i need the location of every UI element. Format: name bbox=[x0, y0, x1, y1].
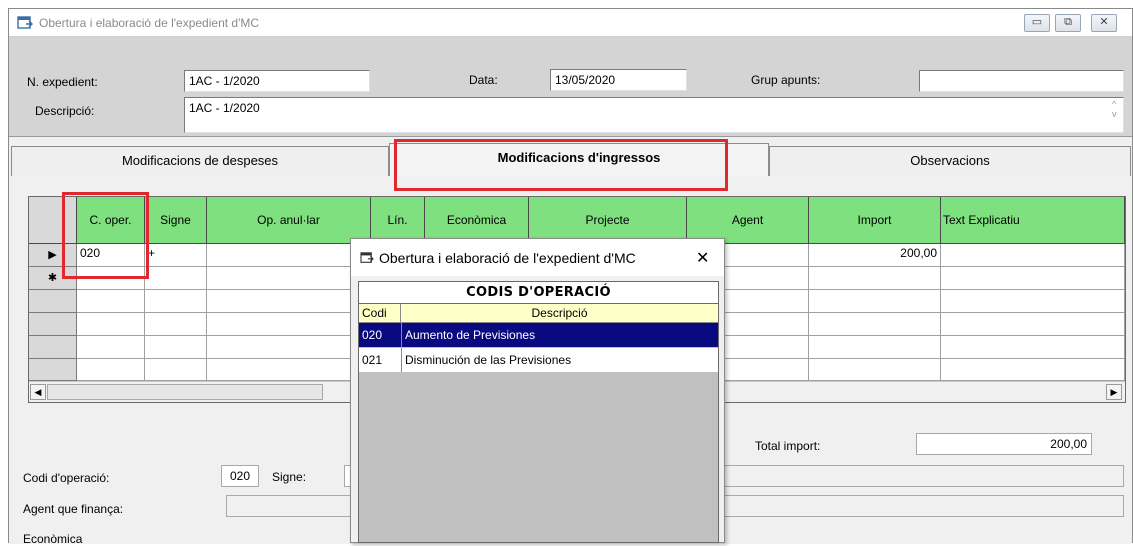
grup-apunts-label: Grup apunts: bbox=[751, 73, 821, 87]
row-indicator[interactable] bbox=[29, 336, 77, 359]
cell-empty[interactable] bbox=[145, 359, 207, 381]
cell-op-anullar[interactable] bbox=[207, 267, 371, 290]
scroll-left-icon[interactable]: ◀ bbox=[30, 384, 46, 400]
item-codi: 020 bbox=[362, 328, 383, 342]
divider bbox=[401, 323, 402, 347]
codis-list: CODIS D'OPERACIÓ Codi Descripció 020 Aum… bbox=[358, 281, 719, 543]
total-import-label: Total import: bbox=[755, 439, 821, 453]
cell-empty[interactable] bbox=[77, 359, 145, 381]
agent-financa-label: Agent que finança: bbox=[23, 502, 124, 516]
codi-operacio-field[interactable]: 020 bbox=[221, 465, 259, 487]
cell-empty[interactable] bbox=[809, 336, 941, 359]
data-field[interactable]: 13/05/2020 bbox=[550, 69, 687, 91]
cell-empty[interactable] bbox=[941, 290, 1125, 313]
cell-empty[interactable] bbox=[941, 313, 1125, 336]
popup-titlebar: Obertura i elaboració de l'expedient d'M… bbox=[351, 239, 724, 276]
cell-import[interactable]: 200,00 bbox=[809, 244, 941, 267]
cell-empty[interactable] bbox=[145, 313, 207, 336]
cell-empty[interactable] bbox=[145, 336, 207, 359]
item-desc: Disminución de las Previsiones bbox=[405, 353, 572, 367]
col-header-import[interactable]: Import bbox=[809, 197, 941, 244]
col-header-economica[interactable]: Econòmica bbox=[425, 197, 529, 244]
col-header-lin[interactable]: Lín. bbox=[371, 197, 425, 244]
scroll-thumb[interactable] bbox=[47, 384, 323, 400]
divider bbox=[401, 348, 402, 372]
cell-empty[interactable] bbox=[145, 290, 207, 313]
grup-apunts-field[interactable] bbox=[919, 70, 1124, 92]
cell-empty[interactable] bbox=[809, 359, 941, 381]
cell-text-explicatiu[interactable] bbox=[941, 267, 1125, 290]
cell-empty[interactable] bbox=[207, 313, 371, 336]
window-title: Obertura i elaboració de l'expedient d'M… bbox=[39, 16, 260, 30]
highlight-c-oper bbox=[62, 192, 149, 279]
signe-label: Signe: bbox=[272, 470, 307, 484]
row-indicator[interactable] bbox=[29, 290, 77, 313]
close-button[interactable]: ✕ bbox=[1091, 14, 1117, 32]
window-titlebar: Obertura i elaboració de l'expedient d'M… bbox=[9, 9, 1132, 37]
expedient-label: N. expedient: bbox=[27, 75, 98, 89]
row-indicator[interactable] bbox=[29, 359, 77, 381]
list-item[interactable]: 020 Aumento de Previsiones bbox=[359, 323, 718, 348]
cell-empty[interactable] bbox=[77, 290, 145, 313]
app-icon bbox=[360, 252, 374, 263]
highlight-tab-ingressos bbox=[394, 139, 728, 191]
item-desc: Aumento de Previsiones bbox=[405, 328, 536, 342]
cell-op-anullar[interactable] bbox=[207, 244, 371, 267]
cell-import[interactable] bbox=[809, 267, 941, 290]
tab-observacions[interactable]: Observacions bbox=[769, 146, 1131, 176]
codi-description-field bbox=[719, 465, 1124, 487]
codis-list-heading: CODIS D'OPERACIÓ bbox=[359, 282, 718, 304]
col-header-op-anullar[interactable]: Op. anul·lar bbox=[207, 197, 371, 244]
cell-signe[interactable]: + bbox=[145, 244, 207, 267]
tab-modificacions-despeses[interactable]: Modificacions de despeses bbox=[11, 146, 389, 176]
cell-empty[interactable] bbox=[207, 336, 371, 359]
col-header-signe[interactable]: Signe bbox=[145, 197, 207, 244]
row-indicator[interactable] bbox=[29, 313, 77, 336]
cell-empty[interactable] bbox=[809, 290, 941, 313]
popup-close-icon[interactable]: ✕ bbox=[696, 248, 709, 268]
descripcio-field[interactable]: 1AC - 1/2020 bbox=[184, 97, 1124, 133]
header-panel: N. expedient: 1AC - 1/2020 Data: 13/05/2… bbox=[9, 37, 1132, 137]
cell-empty[interactable] bbox=[941, 359, 1125, 381]
data-label: Data: bbox=[469, 73, 498, 87]
col-header-codi[interactable]: Codi bbox=[359, 304, 401, 323]
cell-signe[interactable] bbox=[145, 267, 207, 290]
economica-label: Econòmica bbox=[23, 532, 83, 546]
scroll-right-icon[interactable]: ▶ bbox=[1106, 384, 1122, 400]
cell-empty[interactable] bbox=[207, 359, 371, 381]
minimize-button[interactable]: ▭ bbox=[1024, 14, 1050, 32]
col-header-agent[interactable]: Agent bbox=[687, 197, 809, 244]
col-header-projecte[interactable]: Projecte bbox=[529, 197, 687, 244]
list-item[interactable]: 021 Disminución de las Previsiones bbox=[359, 348, 718, 373]
descripcio-scroll-icon[interactable]: ^ v bbox=[1112, 99, 1117, 119]
descripcio-label: Descripció: bbox=[35, 104, 95, 118]
cell-empty[interactable] bbox=[77, 313, 145, 336]
codis-operacio-popup: Obertura i elaboració de l'expedient d'M… bbox=[350, 238, 725, 543]
app-icon bbox=[17, 16, 33, 29]
item-codi: 021 bbox=[362, 353, 383, 367]
total-import-field: 200,00 bbox=[916, 433, 1092, 455]
restore-button[interactable]: ⧉ bbox=[1055, 14, 1081, 32]
cell-empty[interactable] bbox=[77, 336, 145, 359]
cell-text-explicatiu[interactable] bbox=[941, 244, 1125, 267]
cell-empty[interactable] bbox=[941, 336, 1125, 359]
popup-title: Obertura i elaboració de l'expedient d'M… bbox=[379, 250, 636, 266]
expedient-field[interactable]: 1AC - 1/2020 bbox=[184, 70, 370, 92]
codi-operacio-label: Codi d'operació: bbox=[23, 471, 110, 485]
col-header-descripcio[interactable]: Descripció bbox=[401, 304, 718, 323]
cell-empty[interactable] bbox=[207, 290, 371, 313]
cell-empty[interactable] bbox=[809, 313, 941, 336]
col-header-text-explicatiu[interactable]: Text Explicatiu bbox=[941, 197, 1125, 244]
